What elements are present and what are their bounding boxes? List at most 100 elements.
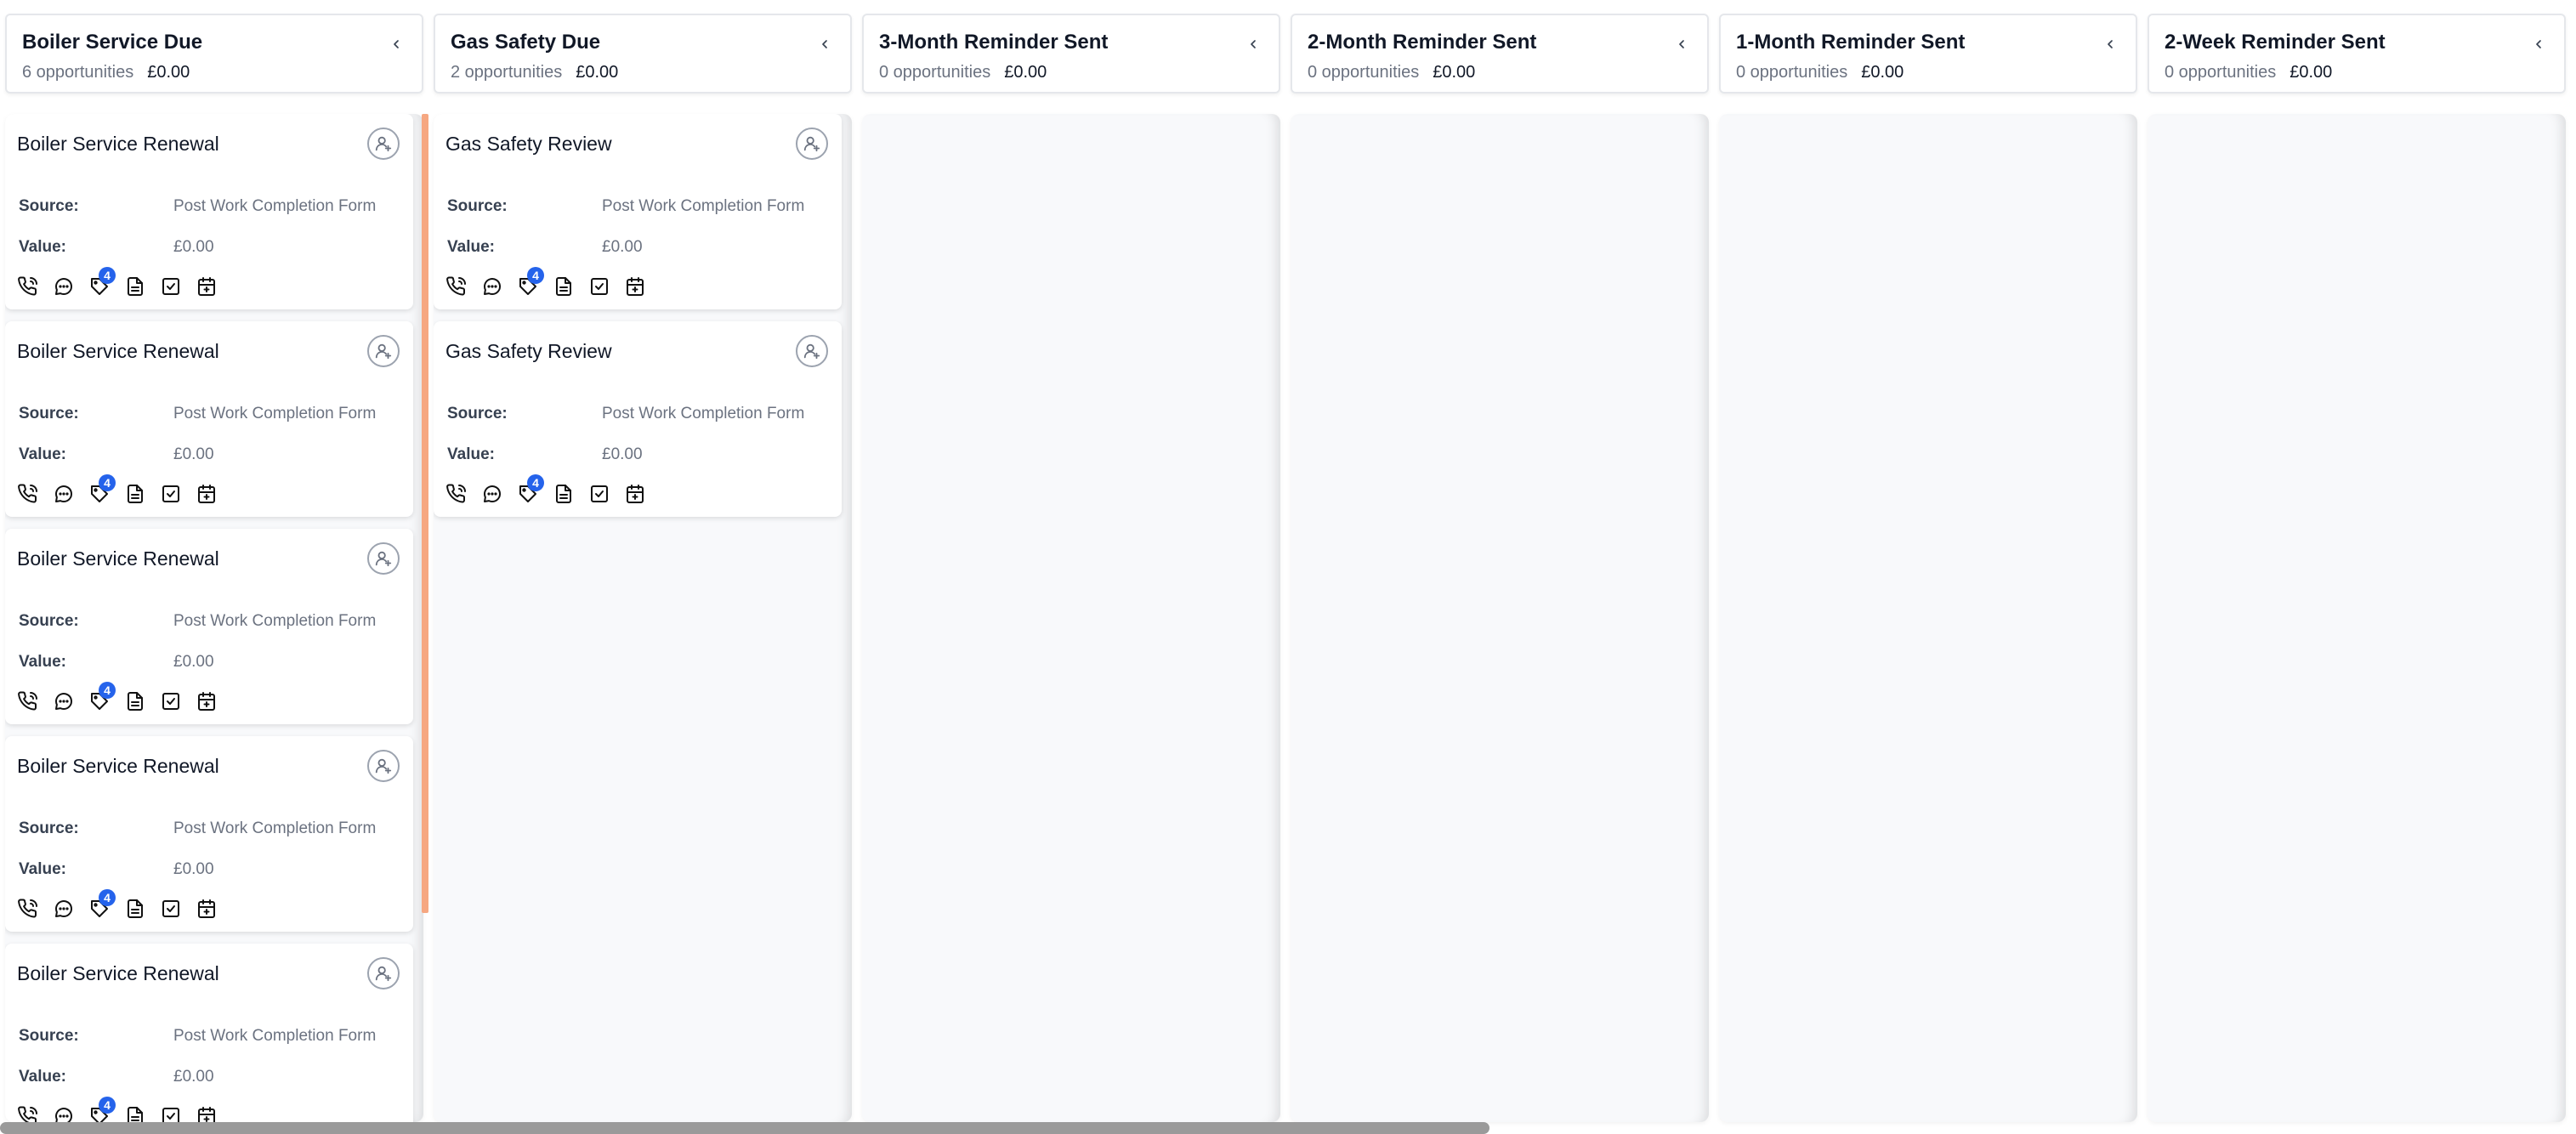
card-action-calendar[interactable] — [624, 275, 646, 298]
card-action-tag[interactable]: 4 — [88, 267, 116, 298]
opportunity-card[interactable]: Gas Safety Review Source: Post Work Comp… — [434, 114, 842, 309]
card-action-checkbox[interactable] — [588, 483, 610, 505]
collapse-column-button[interactable] — [814, 34, 835, 54]
value-label: Value: — [447, 238, 495, 256]
opportunity-count: 6 opportunities — [22, 63, 134, 82]
opportunity-count: 0 opportunities — [2165, 63, 2277, 82]
column-scroll-indicator[interactable] — [422, 114, 428, 913]
pipeline-column: 2-Month Reminder Sent 0 opportunities £0.… — [1291, 14, 1709, 1122]
card-action-calendar[interactable] — [624, 483, 646, 505]
card-action-calendar[interactable] — [196, 275, 218, 298]
opportunity-card[interactable]: Boiler Service Renewal Source: Post Work… — [5, 114, 413, 309]
collapse-column-button[interactable] — [2528, 34, 2549, 54]
card-title[interactable]: Boiler Service Renewal — [17, 133, 219, 156]
card-action-phone[interactable] — [17, 275, 39, 298]
card-action-tag[interactable]: 4 — [88, 1097, 116, 1122]
phone-icon — [18, 276, 38, 297]
add-user-icon — [374, 549, 393, 568]
card-action-phone[interactable] — [445, 483, 468, 505]
assign-user-button[interactable] — [796, 335, 828, 367]
card-action-chat[interactable] — [53, 1105, 75, 1122]
source-value: Post Work Completion Form — [173, 405, 377, 422]
assign-user-button[interactable] — [367, 128, 400, 160]
assign-user-button[interactable] — [367, 750, 400, 782]
collapse-column-button[interactable] — [2100, 34, 2120, 54]
pipeline-column: 2-Week Reminder Sent 0 opportunities £0.0… — [2148, 14, 2566, 1122]
column-summary: 0 opportunities £0.00 — [1308, 63, 1475, 82]
card-action-checkbox[interactable] — [160, 1105, 182, 1122]
card-action-tag[interactable]: 4 — [88, 682, 116, 712]
assign-user-button[interactable] — [367, 335, 400, 367]
column-card-list: Gas Safety Review Source: Post Work Comp… — [434, 114, 852, 1122]
source-value: Post Work Completion Form — [173, 1027, 377, 1045]
card-action-tag[interactable]: 4 — [88, 889, 116, 920]
card-action-tag[interactable]: 4 — [517, 474, 544, 505]
opportunity-card[interactable]: Boiler Service Renewal Source: Post Work… — [5, 736, 413, 932]
card-action-document[interactable] — [124, 275, 146, 298]
opportunity-card[interactable]: Boiler Service Renewal Source: Post Work… — [5, 944, 413, 1122]
card-action-chat[interactable] — [53, 275, 75, 298]
card-action-tag[interactable]: 4 — [88, 474, 116, 505]
card-action-chat[interactable] — [481, 483, 503, 505]
card-action-checkbox[interactable] — [160, 898, 182, 920]
calendar-icon — [196, 276, 217, 297]
source-label: Source: — [447, 197, 508, 215]
pipeline-column: 1-Month Reminder Sent 0 opportunities £0.… — [1719, 14, 2137, 1122]
card-action-calendar[interactable] — [196, 690, 218, 712]
collapse-column-button[interactable] — [386, 34, 406, 54]
assign-user-button[interactable] — [367, 542, 400, 575]
card-action-checkbox[interactable] — [160, 483, 182, 505]
opportunity-count: 0 opportunities — [1736, 63, 1848, 82]
card-title[interactable]: Boiler Service Renewal — [17, 340, 219, 363]
card-action-chat[interactable] — [481, 275, 503, 298]
card-action-chat[interactable] — [53, 483, 75, 505]
collapse-column-button[interactable] — [1671, 34, 1692, 54]
card-title[interactable]: Gas Safety Review — [445, 340, 612, 363]
card-action-document[interactable] — [124, 483, 146, 505]
card-action-phone[interactable] — [17, 898, 39, 920]
assign-user-button[interactable] — [796, 128, 828, 160]
card-action-calendar[interactable] — [196, 898, 218, 920]
pipeline-column: Gas Safety Due 2 opportunities £0.00 Gas … — [434, 14, 852, 1122]
checkbox-icon — [589, 276, 610, 297]
opportunity-card[interactable]: Gas Safety Review Source: Post Work Comp… — [434, 321, 842, 517]
card-action-chat[interactable] — [53, 898, 75, 920]
card-action-document[interactable] — [124, 898, 146, 920]
checkbox-icon — [161, 484, 181, 504]
card-title[interactable]: Boiler Service Renewal — [17, 755, 219, 778]
assign-user-button[interactable] — [367, 957, 400, 989]
card-action-phone[interactable] — [17, 483, 39, 505]
card-action-document[interactable] — [553, 275, 575, 298]
card-action-checkbox[interactable] — [588, 275, 610, 298]
column-header: 3-Month Reminder Sent 0 opportunities £0.… — [862, 14, 1280, 94]
opportunity-card[interactable]: Boiler Service Renewal Source: Post Work… — [5, 321, 413, 517]
add-user-icon — [374, 757, 393, 775]
opportunity-card[interactable]: Boiler Service Renewal Source: Post Work… — [5, 529, 413, 724]
card-title[interactable]: Boiler Service Renewal — [17, 547, 219, 570]
card-action-tag[interactable]: 4 — [517, 267, 544, 298]
card-action-document[interactable] — [553, 483, 575, 505]
horizontal-scrollbar[interactable] — [0, 1122, 1489, 1134]
phone-icon — [446, 484, 467, 504]
card-title[interactable]: Boiler Service Renewal — [17, 962, 219, 985]
card-action-document[interactable] — [124, 690, 146, 712]
opportunity-count: 0 opportunities — [1308, 63, 1420, 82]
card-action-calendar[interactable] — [196, 1105, 218, 1122]
card-action-checkbox[interactable] — [160, 690, 182, 712]
document-icon — [125, 899, 145, 919]
card-action-phone[interactable] — [17, 690, 39, 712]
column-header: 2-Week Reminder Sent 0 opportunities £0.0… — [2148, 14, 2566, 94]
card-action-chat[interactable] — [53, 690, 75, 712]
card-action-phone[interactable] — [445, 275, 468, 298]
value-amount: £0.00 — [173, 653, 214, 671]
collapse-column-button[interactable] — [1243, 34, 1263, 54]
card-action-phone[interactable] — [17, 1105, 39, 1122]
source-value: Post Work Completion Form — [602, 197, 805, 215]
card-title[interactable]: Gas Safety Review — [445, 133, 612, 156]
column-summary: 0 opportunities £0.00 — [879, 63, 1047, 82]
card-action-document[interactable] — [124, 1105, 146, 1122]
card-action-calendar[interactable] — [196, 483, 218, 505]
column-header: 2-Month Reminder Sent 0 opportunities £0.… — [1291, 14, 1709, 94]
card-action-checkbox[interactable] — [160, 275, 182, 298]
column-title: 2-Week Reminder Sent — [2165, 31, 2386, 54]
